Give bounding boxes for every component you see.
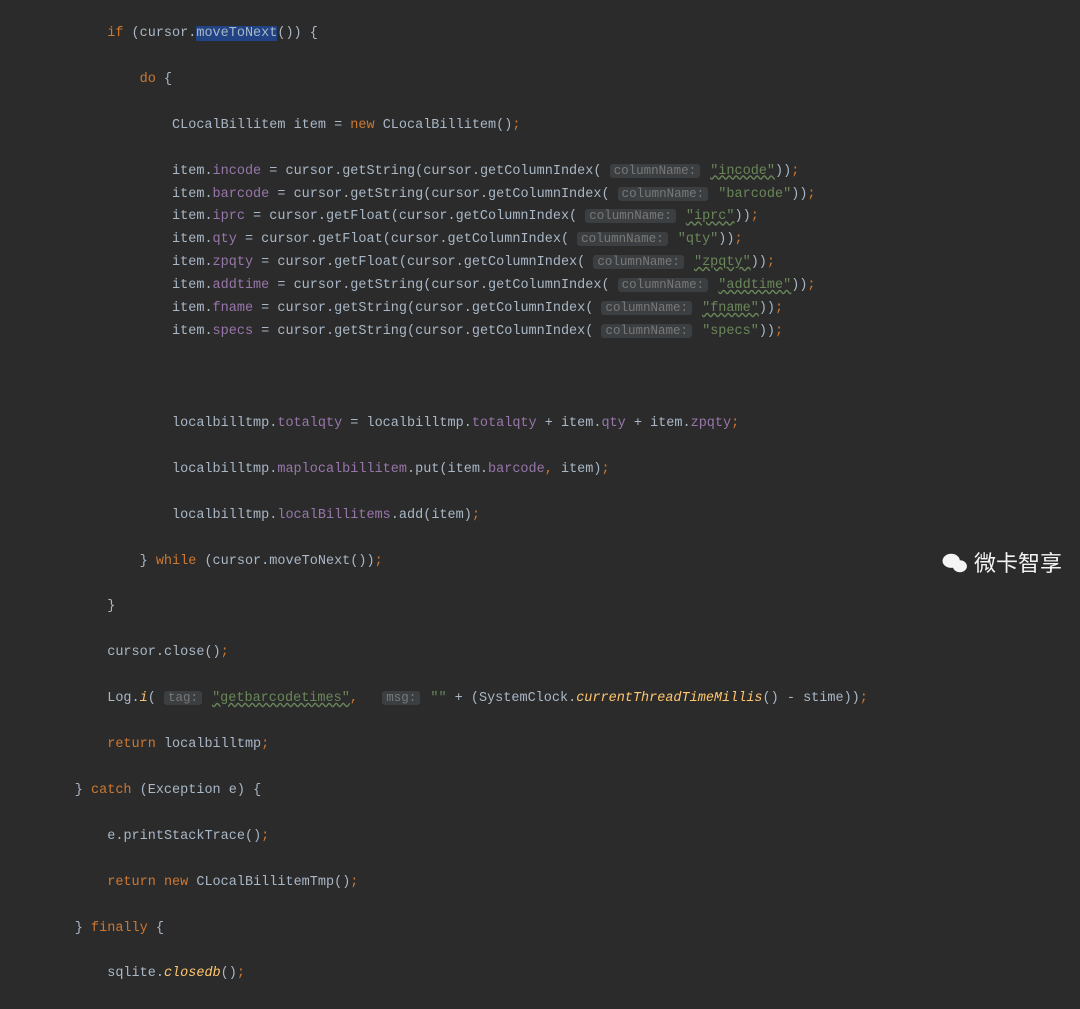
code-line: CLocalBillitem item = new CLocalBillitem… <box>10 115 1080 138</box>
code-line: do { <box>10 69 1080 92</box>
param-hint: columnName: <box>577 232 668 246</box>
code-line <box>10 367 1080 390</box>
code-line: item.iprc = cursor.getFloat(cursor.getCo… <box>10 206 1080 229</box>
code-line: item.incode = cursor.getString(cursor.ge… <box>10 161 1080 184</box>
code-line: e.printStackTrace(); <box>10 826 1080 849</box>
code-line: } finally { <box>10 918 1080 941</box>
code-line: localbilltmp.localBillitems.add(item); <box>10 505 1080 528</box>
code-editor[interactable]: if (cursor.moveToNext()) { do { CLocalBi… <box>0 0 1080 1009</box>
param-hint: columnName: <box>618 278 709 292</box>
param-hint: columnName: <box>610 164 701 178</box>
watermark-text: 微卡智享 <box>974 545 1062 582</box>
param-hint: columnName: <box>601 301 692 315</box>
code-line: } catch (Exception e) { <box>10 780 1080 803</box>
code-line: item.qty = cursor.getFloat(cursor.getCol… <box>10 229 1080 252</box>
kw-if: if <box>107 26 123 41</box>
code-line: localbilltmp.totalqty = localbilltmp.tot… <box>10 413 1080 436</box>
param-hint: columnName: <box>618 187 709 201</box>
code-line: item.addtime = cursor.getString(cursor.g… <box>10 275 1080 298</box>
code-line: item.specs = cursor.getString(cursor.get… <box>10 321 1080 344</box>
param-hint: columnName: <box>601 324 692 338</box>
watermark: 微卡智享 <box>942 545 1062 582</box>
code-line: localbilltmp.maplocalbillitem.put(item.b… <box>10 459 1080 482</box>
param-hint: msg: <box>382 691 420 705</box>
sel-token: moveToNext <box>196 26 277 41</box>
code-line: item.fname = cursor.getString(cursor.get… <box>10 298 1080 321</box>
param-hint: columnName: <box>585 209 676 223</box>
code-line: cursor.close(); <box>10 642 1080 665</box>
code-line: return new CLocalBillitemTmp(); <box>10 872 1080 895</box>
param-hint: columnName: <box>593 255 684 269</box>
code-line: Log.i( tag: "getbarcodetimes", msg: "" +… <box>10 688 1080 711</box>
code-line: item.zpqty = cursor.getFloat(cursor.getC… <box>10 252 1080 275</box>
code-line: return localbilltmp; <box>10 734 1080 757</box>
param-hint: tag: <box>164 691 202 705</box>
code-line: if (cursor.moveToNext()) { <box>10 23 1080 46</box>
wechat-icon <box>942 552 968 574</box>
code-line: sqlite.closedb(); <box>10 963 1080 986</box>
code-line: } while (cursor.moveToNext()); <box>10 551 1080 574</box>
code-line: item.barcode = cursor.getString(cursor.g… <box>10 184 1080 207</box>
